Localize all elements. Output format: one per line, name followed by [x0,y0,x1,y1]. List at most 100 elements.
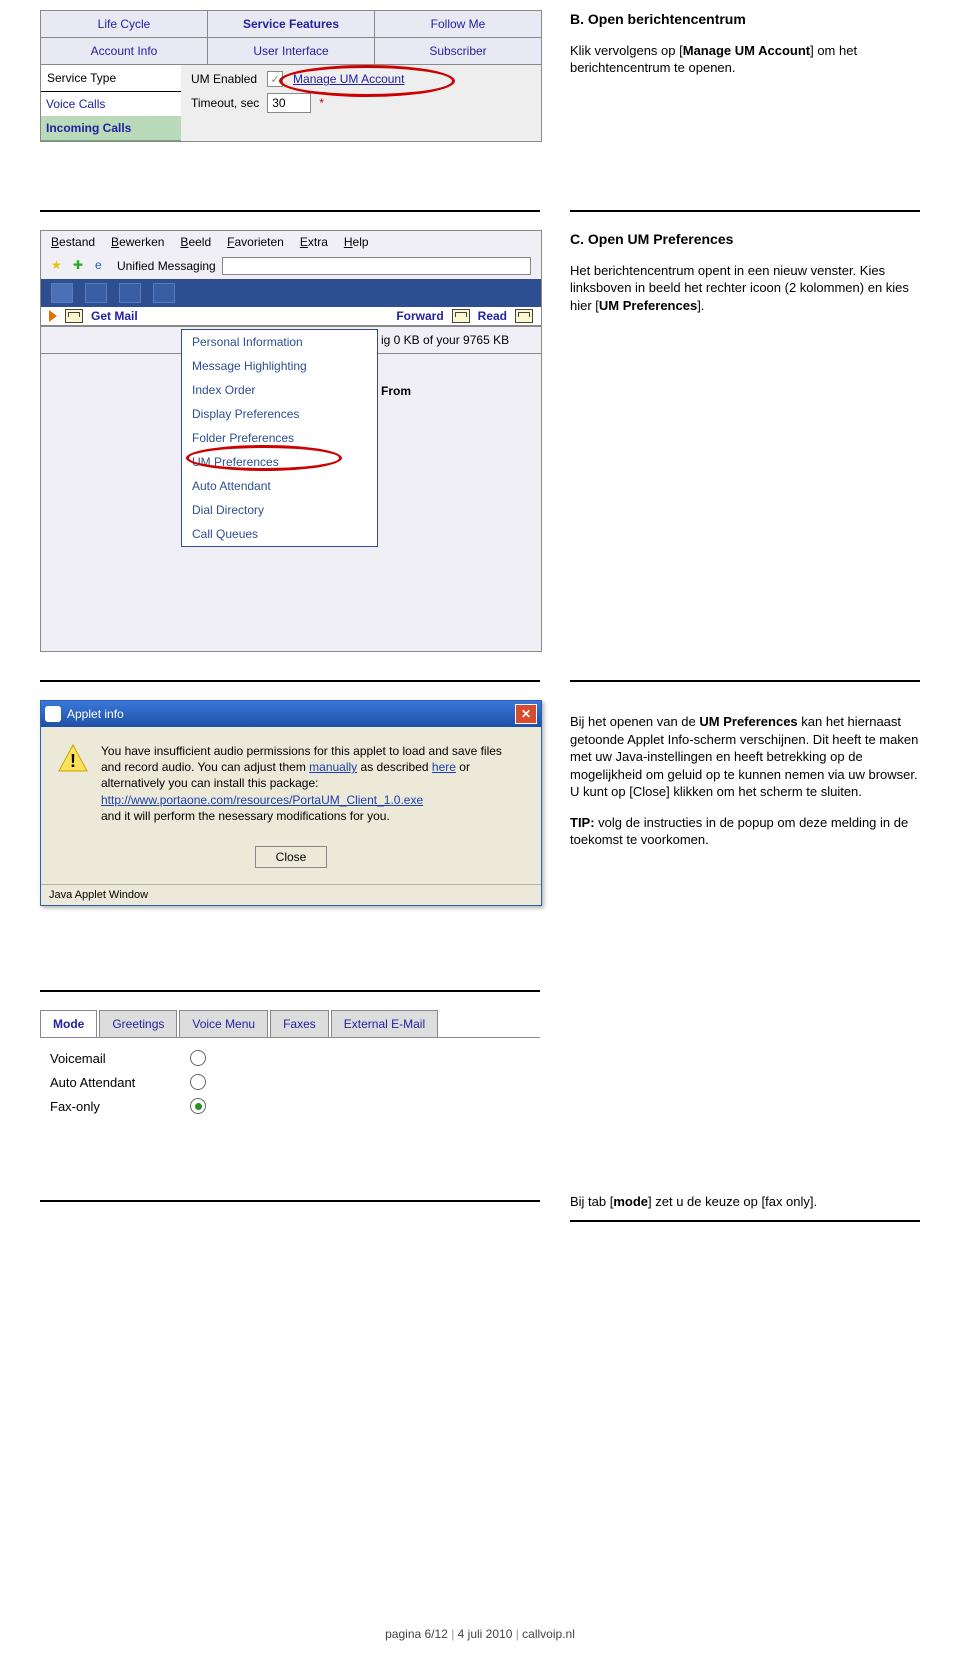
section-b-text: B. Open berichtencentrum Klik vervolgens… [570,10,920,90]
mode-text-bold: mode [613,1194,648,1209]
tab-life-cycle[interactable]: Life Cycle [41,11,208,37]
tab-subscriber[interactable]: Subscriber [375,38,541,64]
separator-applet-left [40,990,540,992]
applet-title: Applet info [67,707,124,721]
menu-bestand[interactable]: Bestand [51,235,95,249]
um-enabled-label: UM Enabled [191,72,257,86]
mode-text-2: ] zet u de keuze op [fax only]. [648,1194,817,1209]
tab-user-interface[interactable]: User Interface [208,38,375,64]
mail-icon[interactable] [119,283,141,303]
applet-titlebar: Applet info ✕ [41,701,541,727]
applet-msg-4: and it will perform the nesessary modifi… [101,809,390,823]
java-icon [45,706,61,722]
service-settings: UM Enabled ✓ Manage UM Account Timeout, … [181,65,541,141]
separator-c-right [570,680,920,682]
warning-icon: ! [57,743,89,775]
menu-help[interactable]: Help [344,235,369,249]
tab-account-info[interactable]: Account Info [41,38,208,64]
home-icon[interactable] [51,283,73,303]
tab-faxes[interactable]: Faxes [270,1010,329,1037]
window-close-button[interactable]: ✕ [515,704,537,724]
manage-um-link[interactable]: Manage UM Account [293,72,404,86]
menu-call-queues[interactable]: Call Queues [182,522,377,546]
browser-window: Bestand Bewerken Beeld Favorieten Extra … [40,230,542,652]
menu-extra[interactable]: Extra [300,235,328,249]
opt-auto-attendant-label: Auto Attendant [50,1075,160,1090]
menu-bewerken[interactable]: Bewerken [111,235,164,249]
page-footer: pagina 6/12 | 4 juli 2010 | callvoip.nl [0,1627,960,1641]
menu-message-highlighting[interactable]: Message Highlighting [182,354,377,378]
text-b-bold: Manage UM Account [683,43,810,58]
timeout-label: Timeout, sec [191,96,259,110]
timeout-input[interactable]: 30 [267,93,311,113]
menu-index-order[interactable]: Index Order [182,378,377,402]
separator-c-left [40,680,540,682]
forward-button[interactable]: Forward [396,309,443,323]
text-c-2: ]. [697,298,704,313]
menu-beeld[interactable]: Beeld [180,235,211,249]
page-title: Unified Messaging [117,259,216,273]
radio-fax-only[interactable] [190,1098,206,1114]
radio-auto-attendant[interactable] [190,1074,206,1090]
tab-voice-menu[interactable]: Voice Menu [179,1010,268,1037]
radio-voicemail[interactable] [190,1050,206,1066]
applet-explanation: Bij het openen van de UM Preferences kan… [570,700,920,862]
menu-personal-information[interactable]: Personal Information [182,330,377,354]
read-button[interactable]: Read [478,309,507,323]
menu-dial-directory[interactable]: Dial Directory [182,498,377,522]
tab-service-features[interactable]: Service Features [208,11,375,37]
section-c-title: C. Open UM Preferences [570,230,920,249]
voice-calls[interactable]: Voice Calls [41,92,181,116]
mail-action-bar: Get Mail Forward Read Personal Informati… [41,307,541,326]
applet-window: Applet info ✕ ! You have insufficient au… [40,700,542,906]
menu-folder-preferences[interactable]: Folder Preferences [182,426,377,450]
here-link[interactable]: here [432,760,456,774]
download-url-link[interactable]: http://www.portaone.com/resources/PortaU… [101,793,423,807]
applet-message: You have insufficient audio permissions … [101,743,525,824]
envelope-icon [65,309,83,323]
mode-options: Voicemail Auto Attendant Fax-only [40,1038,540,1126]
footer-date: 4 juli 2010 [458,1627,513,1641]
screenshot-um-preferences: Bestand Bewerken Beeld Favorieten Extra … [40,230,540,652]
expl-applet-1b: UM Preferences [699,714,797,729]
menu-display-preferences[interactable]: Display Preferences [182,402,377,426]
close-button[interactable]: Close [255,846,328,868]
favorites-star-icon[interactable]: ★ [51,258,67,274]
tabs-row2: Account Info User Interface Subscriber [41,38,541,65]
contact-icon[interactable] [85,283,107,303]
selected-arrow-icon [49,310,57,322]
tab-follow-me[interactable]: Follow Me [375,11,541,37]
tip-label: TIP: [570,815,595,830]
separator-mode-right [570,1220,920,1222]
menu-um-preferences[interactable]: UM Preferences [182,450,377,474]
applet-msg-2: as described [357,760,432,774]
section-c-text: C. Open UM Preferences Het berichtencent… [570,230,920,328]
envelope-icon [515,309,533,323]
separator-b-right [570,210,920,212]
footer-site: callvoip.nl [522,1627,575,1641]
menu-auto-attendant[interactable]: Auto Attendant [182,474,377,498]
mode-text-1: Bij tab [ [570,1194,613,1209]
separator-mode-left [40,1200,540,1202]
separator-b-left [40,210,540,212]
tab-greetings[interactable]: Greetings [99,1010,177,1037]
envelope-icon [452,309,470,323]
screenshot-applet-info: Applet info ✕ ! You have insufficient au… [40,700,540,906]
browser-menubar: Bestand Bewerken Beeld Favorieten Extra … [41,231,541,253]
opt-voicemail-label: Voicemail [50,1051,160,1066]
tab-mode[interactable]: Mode [40,1010,97,1037]
mode-explanation: Bij tab [mode] zet u de keuze op [fax on… [570,1180,920,1224]
address-input[interactable] [222,257,531,275]
incoming-calls[interactable]: Incoming Calls [41,116,181,141]
get-mail-button[interactable]: Get Mail [91,309,138,323]
ie-icon: e [95,258,111,274]
columns-icon[interactable] [153,283,175,303]
screenshot-mode-tabs: Mode Greetings Voice Menu Faxes External… [40,1010,540,1126]
add-favorite-icon[interactable]: ✚ [73,258,89,274]
um-enabled-checkbox[interactable]: ✓ [267,71,283,87]
expl-applet-1a: Bij het openen van de [570,714,699,729]
tab-external-email[interactable]: External E-Mail [331,1010,438,1037]
menu-favorieten[interactable]: Favorieten [227,235,284,249]
mode-tabs: Mode Greetings Voice Menu Faxes External… [40,1010,540,1038]
manually-link[interactable]: manually [309,760,357,774]
